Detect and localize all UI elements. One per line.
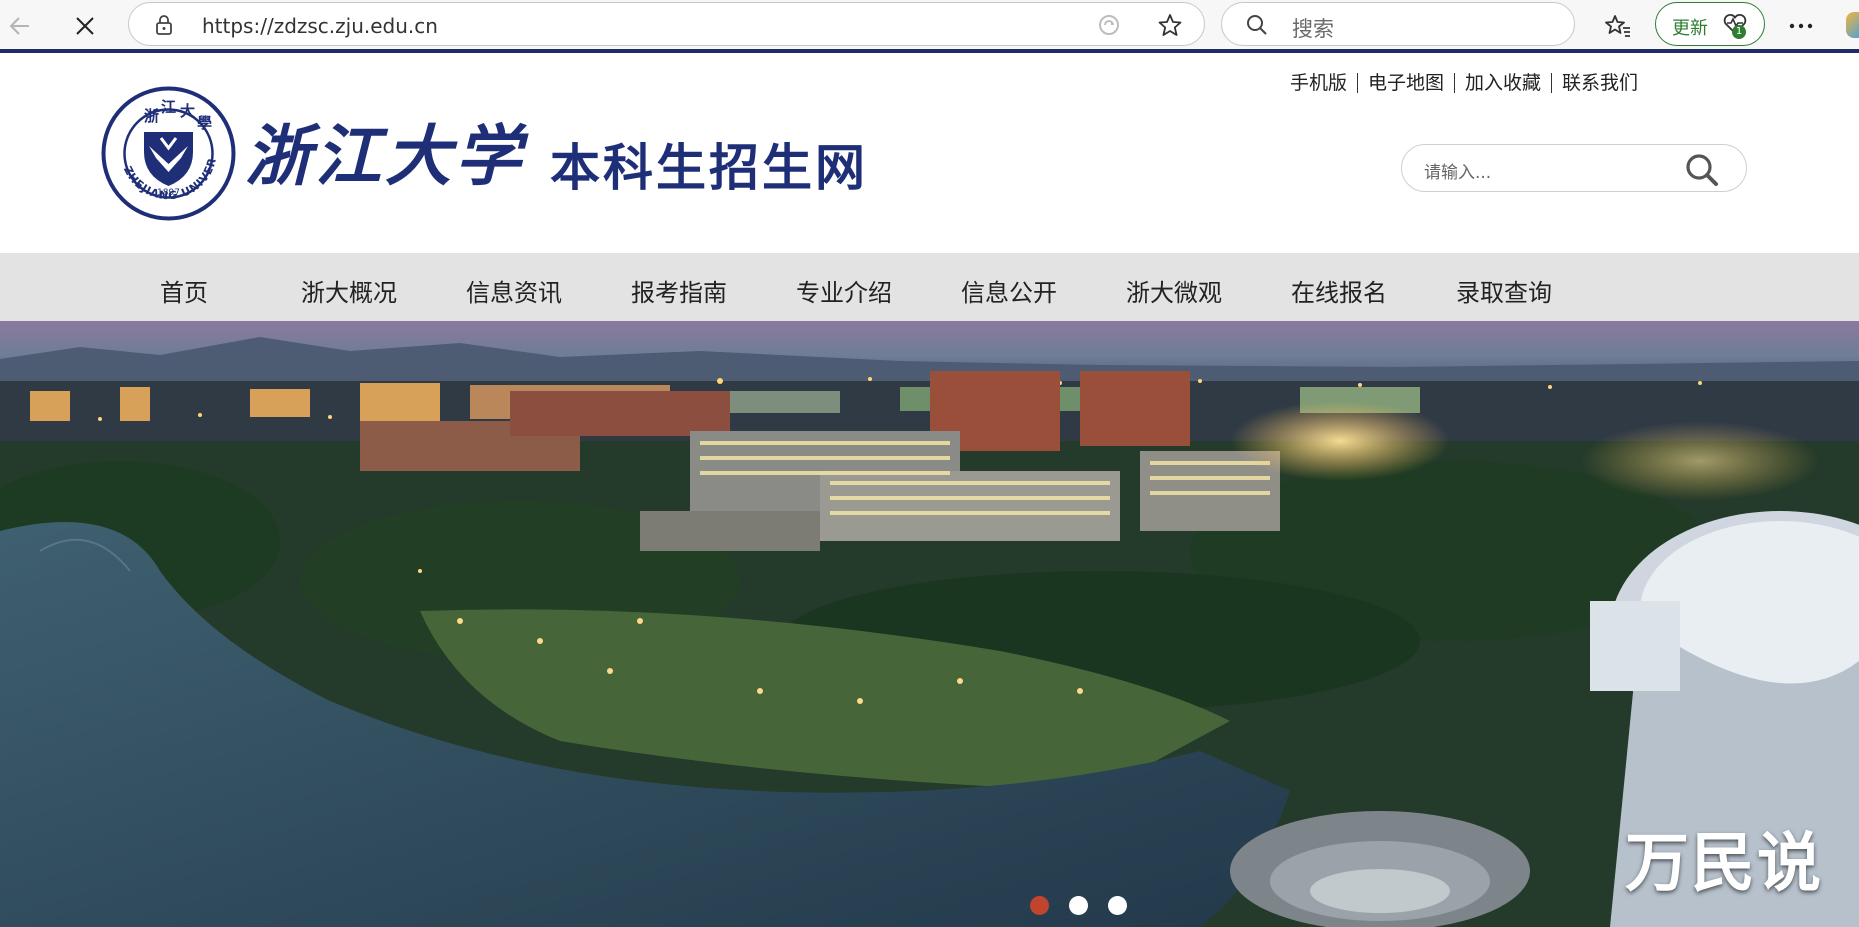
top-links: 手机版 电子地图 加入收藏 联系我们 xyxy=(1280,73,1648,93)
link-map[interactable]: 电子地图 xyxy=(1358,73,1456,93)
search-icon xyxy=(1246,14,1268,40)
update-button[interactable]: 更新 1 xyxy=(1655,2,1765,46)
url-text: https://zdzsc.zju.edu.cn xyxy=(202,14,438,38)
read-aloud-icon[interactable] xyxy=(1097,13,1121,41)
carousel-indicators xyxy=(1030,896,1127,915)
copilot-icon[interactable] xyxy=(1846,12,1859,38)
nav-online-registration[interactable]: 在线报名 xyxy=(1291,273,1387,308)
svg-text:浙: 浙 xyxy=(144,107,159,125)
nav-home[interactable]: 首页 xyxy=(160,273,208,308)
main-nav: 首页 浙大概况 信息资讯 报考指南 专业介绍 信息公开 浙大微观 在线报名 录取… xyxy=(0,253,1859,321)
nav-admission-query[interactable]: 录取查询 xyxy=(1456,273,1552,308)
campus-banner-image[interactable] xyxy=(0,321,1859,927)
site-search-placeholder: 请输入... xyxy=(1424,163,1492,183)
link-contact[interactable]: 联系我们 xyxy=(1552,73,1648,93)
address-bar[interactable]: https://zdzsc.zju.edu.cn xyxy=(128,2,1205,46)
browser-toolbar: https://zdzsc.zju.edu.cn 搜索 更新 1 xyxy=(0,0,1859,53)
carousel-dot-2[interactable] xyxy=(1069,896,1088,915)
svg-text:1897: 1897 xyxy=(157,188,180,198)
carousel-dot-3[interactable] xyxy=(1108,896,1127,915)
lock-icon[interactable] xyxy=(155,14,173,40)
link-bookmark[interactable]: 加入收藏 xyxy=(1455,73,1553,93)
site-subtitle: 本科生招生网 xyxy=(550,139,868,197)
favorite-star-icon[interactable] xyxy=(1157,12,1183,42)
nav-overview[interactable]: 浙大概况 xyxy=(301,273,397,308)
nav-disclosure[interactable]: 信息公开 xyxy=(961,273,1057,308)
svg-text:學: 學 xyxy=(197,114,212,132)
carousel-dot-1[interactable] xyxy=(1030,896,1049,915)
watermark-text: 万民说 xyxy=(1625,827,1823,901)
browser-search-box[interactable]: 搜索 xyxy=(1221,2,1575,46)
site-title: 浙江大学 xyxy=(245,117,525,195)
back-icon[interactable] xyxy=(2,8,38,44)
more-menu-icon[interactable] xyxy=(1783,8,1819,44)
stop-loading-icon[interactable] xyxy=(67,8,103,44)
nav-apply-guide[interactable]: 报考指南 xyxy=(631,273,727,308)
update-label: 更新 xyxy=(1672,18,1708,39)
search-icon[interactable] xyxy=(1684,153,1720,191)
nav-news[interactable]: 信息资讯 xyxy=(466,273,562,308)
update-badge: 1 xyxy=(1732,25,1746,39)
svg-text:大: 大 xyxy=(180,102,195,120)
svg-text:江: 江 xyxy=(161,98,176,116)
favorites-list-icon[interactable] xyxy=(1600,8,1636,44)
nav-majors[interactable]: 专业介绍 xyxy=(796,273,892,308)
link-mobile[interactable]: 手机版 xyxy=(1280,73,1359,93)
nav-micro[interactable]: 浙大微观 xyxy=(1126,273,1222,308)
browser-search-placeholder: 搜索 xyxy=(1292,17,1334,41)
university-emblem[interactable]: 浙 江 大 學 ZHEJIANG UNIVERSITY 1897 xyxy=(96,76,236,225)
site-search-input[interactable]: 请输入... xyxy=(1401,144,1747,192)
site-header: 浙 江 大 學 ZHEJIANG UNIVERSITY 1897 浙江大学 本科… xyxy=(0,57,1859,253)
